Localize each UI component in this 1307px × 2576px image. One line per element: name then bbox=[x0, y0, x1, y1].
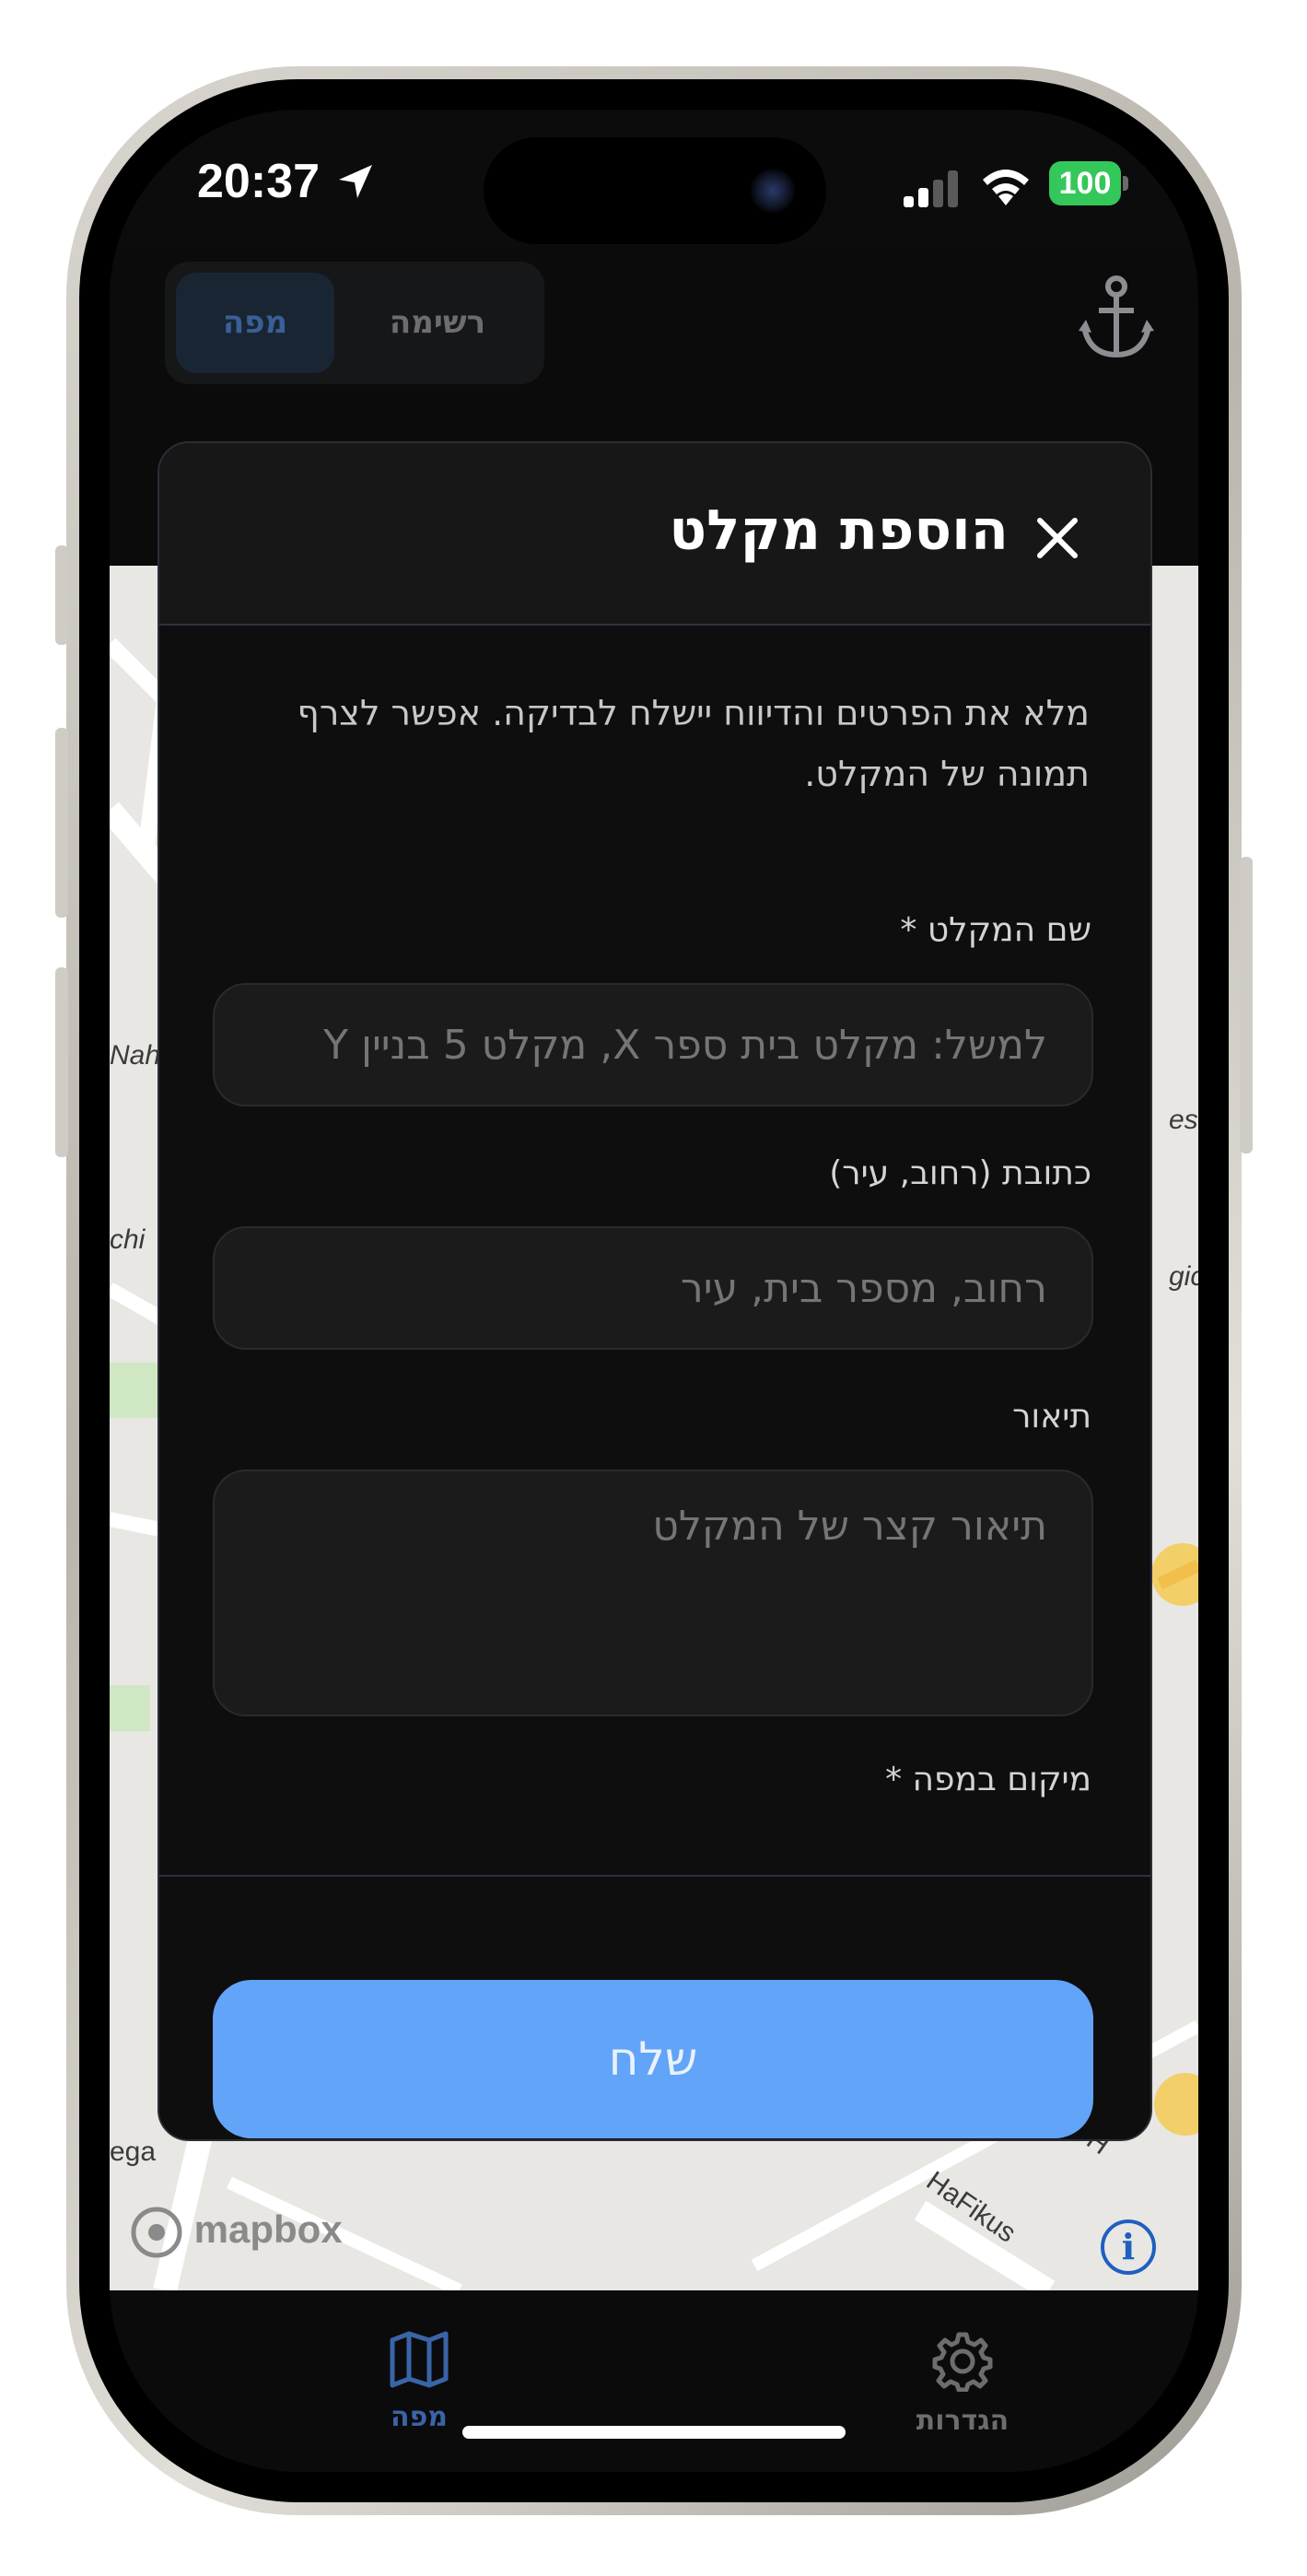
address-input[interactable] bbox=[213, 1226, 1093, 1350]
battery-indicator: 100 bbox=[1049, 161, 1128, 205]
map-icon bbox=[390, 2331, 449, 2388]
power-button bbox=[1240, 857, 1253, 1153]
tab-bar: מפה הגדרות bbox=[110, 2290, 1198, 2472]
tab-settings-label: הגדרות bbox=[916, 2405, 1009, 2437]
battery-cap bbox=[1123, 176, 1128, 191]
map-label: esh bbox=[1169, 1105, 1198, 1135]
map-label: ega bbox=[110, 2137, 157, 2167]
wifi-icon bbox=[983, 170, 1029, 205]
volume-up-button bbox=[55, 728, 68, 918]
front-camera bbox=[751, 169, 795, 213]
map-location-label: מיקום במפה * bbox=[885, 1761, 1091, 1798]
shelter-name-input[interactable] bbox=[213, 983, 1093, 1107]
volume-down-button bbox=[55, 967, 68, 1157]
submit-button[interactable]: שלח bbox=[213, 1980, 1093, 2138]
shelter-name-label: שם המקלט * bbox=[900, 911, 1091, 949]
screen: 0 Nah chi esh gic ega HaFikus H mapbox i… bbox=[110, 110, 1198, 2472]
map-label: gic bbox=[1169, 1261, 1198, 1292]
close-icon[interactable] bbox=[1027, 508, 1088, 568]
view-segmented-control: מפה רשימה bbox=[165, 262, 544, 384]
modal-header: הוספת מקלט bbox=[159, 443, 1150, 626]
mapbox-logo: mapbox bbox=[130, 2206, 343, 2261]
attribution-info-button[interactable]: i bbox=[1101, 2219, 1156, 2275]
tab-settings[interactable]: הגדרות bbox=[889, 2331, 1036, 2451]
mapbox-icon bbox=[131, 2207, 182, 2258]
status-time: 20:37 bbox=[197, 155, 320, 208]
add-shelter-modal: הוספת מקלט מלא את הפרטים והדיווח יישלח ל… bbox=[158, 441, 1152, 2141]
description-label: תיאור bbox=[1012, 1398, 1091, 1435]
map-label: chi bbox=[110, 1224, 146, 1255]
status-bar: 20:37 100 bbox=[110, 110, 1198, 248]
location-arrow-icon bbox=[339, 165, 372, 198]
address-label: כתובת (רחוב, עיר) bbox=[829, 1154, 1091, 1192]
segment-map[interactable]: מפה bbox=[176, 273, 334, 373]
battery-level: 100 bbox=[1049, 161, 1121, 205]
anchor-icon[interactable] bbox=[1079, 274, 1154, 362]
gear-icon bbox=[932, 2332, 993, 2392]
segment-list[interactable]: רשימה bbox=[345, 273, 530, 373]
mapbox-attribution: mapbox bbox=[193, 2207, 343, 2252]
description-textarea[interactable] bbox=[213, 1469, 1093, 1716]
map-label: Nah bbox=[110, 1040, 161, 1071]
modal-footer: שלח bbox=[159, 1875, 1150, 2139]
home-indicator[interactable] bbox=[462, 2426, 846, 2439]
action-button bbox=[55, 545, 68, 645]
modal-title: הוספת מקלט bbox=[669, 498, 1009, 563]
modal-description: מלא את הפרטים והדיווח יישלח לבדיקה. אפשר… bbox=[297, 693, 1090, 794]
cellular-signal-icon bbox=[904, 170, 958, 207]
